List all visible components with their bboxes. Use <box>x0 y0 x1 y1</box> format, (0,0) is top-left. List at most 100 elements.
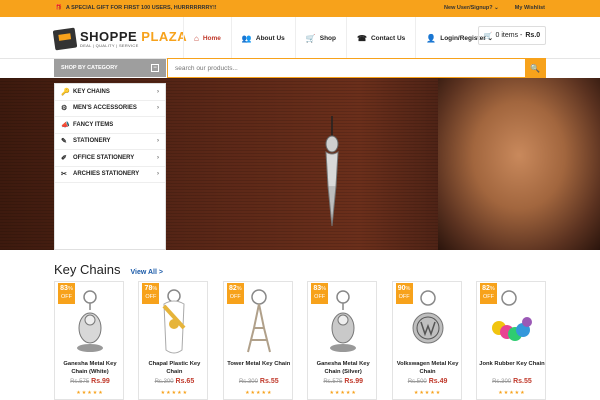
chevron-right-icon: › <box>157 154 159 161</box>
product-name[interactable]: Tower Metal Key Chain <box>226 360 292 368</box>
category-label: OFFICE STATIONERY <box>73 154 135 161</box>
cart-label: 0 items - <box>495 32 523 39</box>
sale-price: Rs.99 <box>91 378 110 385</box>
product-card[interactable]: 78% OFF Chapal Plastic Key Chain Rs.300 R… <box>138 281 209 400</box>
section-header: Key Chains View All > <box>54 262 163 277</box>
logo-name-b: PLAZA <box>141 29 188 44</box>
site-header: SHOPPE PLAZA DEAL | QUALITY | SERVICE ⌂ H… <box>0 17 600 59</box>
product-card[interactable]: 82% OFF Tower Metal Key Chain Rs.300 Rs.5… <box>222 281 294 400</box>
product-price: Rs.500 Rs.49 <box>393 378 463 385</box>
product-price: Rs.575 Rs.99 <box>308 378 378 385</box>
product-image[interactable] <box>65 288 115 356</box>
shopping-cart-icon: 🛒 <box>483 32 493 40</box>
rating-stars: ★★★★★ <box>329 390 357 396</box>
product-grid: 83% OFF Ganesha Metal Key Chain (White) R… <box>54 281 546 400</box>
product-name[interactable]: Volkswagen Metal Key Chain <box>395 360 461 376</box>
nav-contact[interactable]: ☎ Contact Us <box>345 17 415 59</box>
collapse-icon[interactable]: − <box>151 64 159 72</box>
product-image[interactable] <box>403 288 453 356</box>
category-label: STATIONERY <box>73 138 111 145</box>
logo[interactable]: SHOPPE PLAZA DEAL | QUALITY | SERVICE <box>52 27 188 51</box>
product-image[interactable] <box>149 288 199 356</box>
view-all-link[interactable]: View All > <box>130 269 163 276</box>
nav-home[interactable]: ⌂ Home <box>183 17 231 59</box>
product-image[interactable] <box>318 288 368 356</box>
category-item-stationery[interactable]: ✎ STATIONERY › <box>55 134 165 150</box>
product-name[interactable]: Ganesha Metal Key Chain (White) <box>57 360 123 376</box>
product-name[interactable]: Ganesha Metal Key Chain (Silver) <box>310 360 376 376</box>
product-price: Rs.575 Rs.99 <box>55 378 125 385</box>
signup-link[interactable]: New User/Signup? ⌄ <box>444 5 499 11</box>
edit-icon: ✐ <box>61 154 67 162</box>
product-card[interactable]: 82% OFF Jonk Rubber Key Chain Rs.300 Rs.5… <box>475 281 547 400</box>
product-card[interactable]: 90% OFF Volkswagen Metal Key Chain Rs.500… <box>391 281 463 400</box>
old-price: Rs.300 <box>154 379 174 385</box>
megaphone-icon: 📣 <box>61 121 70 129</box>
product-price: Rs.300 Rs.55 <box>477 378 547 385</box>
sale-price: Rs.49 <box>428 378 448 385</box>
users-icon: 👥 <box>241 33 252 43</box>
product-card[interactable]: 83% OFF Ganesha Metal Key Chain (White) R… <box>54 281 124 400</box>
wishlist-link[interactable]: My Wishlist <box>515 5 545 11</box>
rating-stars: ★★★★★ <box>245 390 273 396</box>
product-name[interactable]: Jonk Rubber Key Chain <box>479 360 545 368</box>
home-icon: ⌂ <box>194 33 199 43</box>
promo-bar: 🎁 A SPECIAL GIFT FOR FIRST 100 USERS, HU… <box>0 0 600 17</box>
cart-total: Rs.0 <box>525 32 541 39</box>
promo: 🎁 A SPECIAL GIFT FOR FIRST 100 USERS, HU… <box>55 5 217 11</box>
category-item-office-stationery[interactable]: ✐ OFFICE STATIONERY › <box>55 150 165 167</box>
cart-button[interactable]: 🛒 0 items - Rs.0 <box>478 26 546 45</box>
category-label: ARCHIES STATIONERY <box>73 171 140 178</box>
category-header: SHOP BY CATEGORY <box>61 65 118 71</box>
category-item-mens-accessories[interactable]: ⚙ MEN'S ACCESSORIES › <box>55 101 165 117</box>
product-price: Rs.300 Rs.55 <box>224 378 294 385</box>
gift-icon: 🎁 <box>55 5 62 11</box>
category-label: FANCY ITEMS <box>73 121 114 128</box>
product-image[interactable] <box>487 288 537 356</box>
rating-stars: ★★★★★ <box>413 390 442 396</box>
old-price: Rs.500 <box>407 379 427 385</box>
search-bar: 🔍 <box>167 58 546 78</box>
product-image[interactable] <box>234 288 284 356</box>
search-icon: 🔍 <box>530 63 540 73</box>
old-price: Rs.575 <box>323 379 343 385</box>
main-nav: ⌂ Home 👥 About Us 🛒 Shop ☎ Contact Us 👤 Login… <box>183 17 503 59</box>
sale-price: Rs.65 <box>175 378 195 385</box>
old-price: Rs.300 <box>238 379 258 385</box>
logo-cart-icon <box>52 27 78 51</box>
chevron-right-icon: › <box>157 138 159 145</box>
cart-icon: 🛒 <box>305 33 316 43</box>
nav-label: About Us <box>255 34 285 42</box>
chevron-right-icon: › <box>157 105 159 112</box>
category-label: MEN'S ACCESSORIES <box>73 105 137 112</box>
rating-stars: ★★★★★ <box>160 390 189 396</box>
nav-label: Contact Us <box>370 34 406 42</box>
logo-name-a: SHOPPE <box>80 29 142 44</box>
product-card[interactable]: 83% OFF Ganesha Metal Key Chain (Silver) … <box>307 281 378 400</box>
rating-stars: ★★★★★ <box>498 390 526 396</box>
old-price: Rs.300 <box>492 379 512 385</box>
category-item-key-chains[interactable]: 🔑 KEY CHAINS › <box>55 84 165 101</box>
category-item-archies-stationery[interactable]: ✂ ARCHIES STATIONERY › <box>55 167 165 183</box>
nav-label: Home <box>202 34 221 42</box>
sale-price: Rs.55 <box>259 378 279 385</box>
nav-about[interactable]: 👥 About Us <box>230 17 295 59</box>
user-icon: 👤 <box>426 33 437 43</box>
search-input[interactable] <box>168 59 525 77</box>
category-item-fancy-items[interactable]: 📣 FANCY ITEMS <box>55 117 165 134</box>
category-label: KEY CHAINS <box>73 88 110 95</box>
product-name[interactable]: Chapal Plastic Key Chain <box>141 360 207 376</box>
model-photo <box>438 78 600 250</box>
old-price: Rs.575 <box>70 379 90 385</box>
scissors-icon: ✂ <box>61 171 67 179</box>
phone-icon: ☎ <box>356 33 367 43</box>
pencil-icon: ✎ <box>61 138 67 146</box>
nav-shop[interactable]: 🛒 Shop <box>294 17 346 59</box>
promo-text: A SPECIAL GIFT FOR FIRST 100 USERS, HURR… <box>65 5 217 11</box>
category-menu: 🔑 KEY CHAINS › ⚙ MEN'S ACCESSORIES › 📣 FANCY … <box>54 83 166 250</box>
rating-stars: ★★★★★ <box>76 390 104 396</box>
category-toggle[interactable]: SHOP BY CATEGORY − <box>54 59 166 77</box>
sale-price: Rs.99 <box>344 378 363 385</box>
search-button[interactable]: 🔍 <box>525 59 545 77</box>
chevron-right-icon: › <box>157 88 159 95</box>
